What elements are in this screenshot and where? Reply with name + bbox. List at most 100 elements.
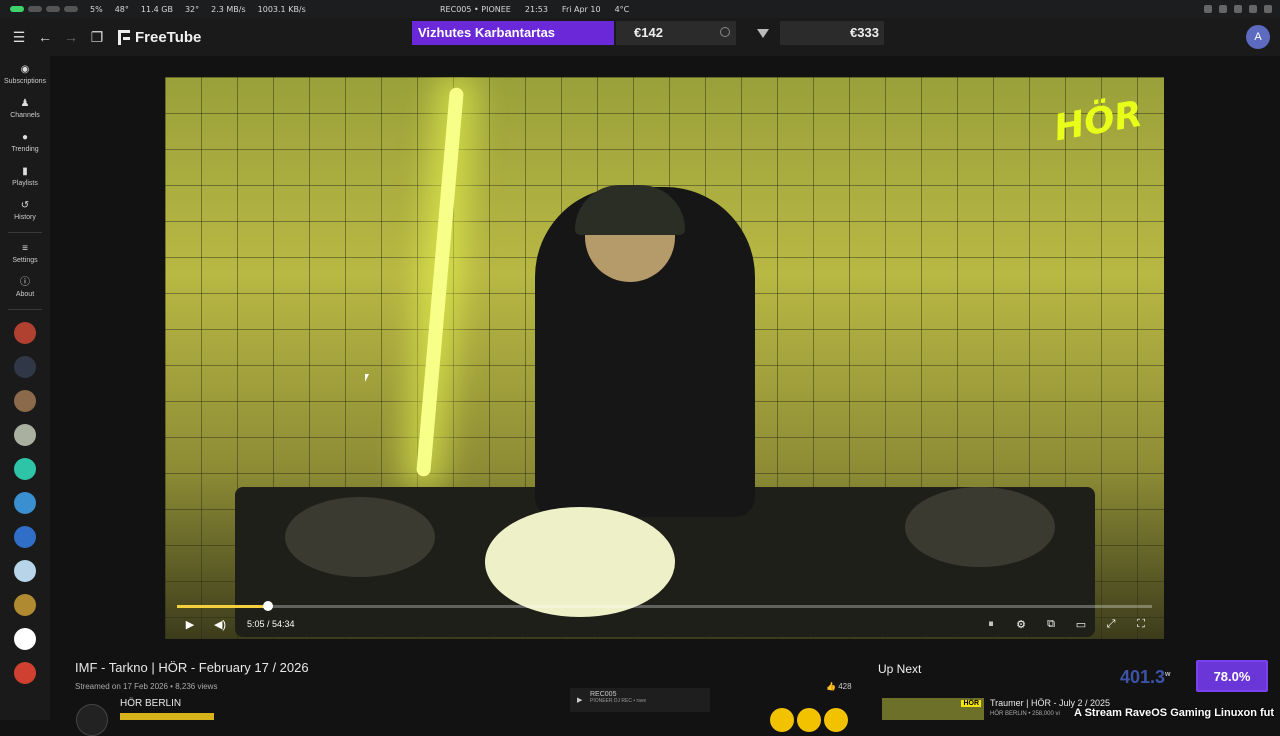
volume-icon[interactable]: ◀) [205,618,235,631]
forward-arrow-icon[interactable]: → [58,24,84,50]
workspace-dot[interactable] [28,6,42,12]
subscription-avatar[interactable] [14,356,36,378]
net-upload: 1003.1 KB/s [257,4,306,14]
sidebar-item-subscriptions[interactable]: ◉ Subscriptions [0,58,50,92]
power-value: 401.3 [1120,667,1166,687]
menu-icon[interactable]: ☰ [6,24,32,50]
subscription-avatar[interactable] [14,560,36,582]
action-button[interactable] [770,708,794,732]
gpu-temp: 32° [184,4,200,14]
power-readout: 401.3w [1120,667,1171,688]
subscribe-button[interactable] [120,713,214,720]
play-icon[interactable]: ▶ [577,696,582,704]
sidebar-item-label: Channels [10,112,40,119]
subscription-avatar[interactable] [14,390,36,412]
subscription-avatars [0,322,50,684]
subscription-avatar[interactable] [14,492,36,514]
thumbs-up-icon: 👍 [826,682,839,691]
tray-icon[interactable] [1204,5,1212,13]
up-next-thumbnail[interactable]: HÖR [882,698,984,720]
workspace-dot[interactable] [64,6,78,12]
channel-name[interactable]: HÖR BERLIN [120,698,181,709]
tray-icon[interactable] [1234,5,1242,13]
percent-badge: 78.0% [1196,660,1268,692]
action-buttons [770,708,848,732]
subscription-avatar[interactable] [14,662,36,684]
subscription-avatar[interactable] [14,526,36,548]
sidebar-item-about[interactable]: ⓘ About [0,271,50,305]
sidebar-item-settings[interactable]: ≡ Settings [0,237,50,271]
bookmark-icon: ▮ [22,166,28,177]
sidebar-item-trending[interactable]: ● Trending [0,126,50,160]
subscription-avatar[interactable] [14,322,36,344]
mouse-cursor [365,374,369,382]
action-button[interactable] [797,708,821,732]
back-arrow-icon[interactable]: ← [32,24,58,50]
up-next-heading: Up Next [878,662,922,676]
net-download: 2.3 MB/s [211,4,246,14]
app-logo[interactable]: FreeTube [118,29,201,46]
profile-avatar[interactable]: A [1246,25,1270,49]
tray-icon[interactable] [1219,5,1227,13]
now-playing-widget[interactable]: ▶ REC005 PIONEER DJ REC • rave [570,688,710,712]
sidebar-item-history[interactable]: ↺ History [0,194,50,228]
tray-icon[interactable] [1249,5,1257,13]
search-icon[interactable] [720,27,730,37]
sidebar-item-label: History [14,214,36,221]
play-icon[interactable]: ▶ [175,618,205,631]
workspace-dot[interactable] [10,6,24,12]
sidebar-item-label: Trending [11,146,39,153]
pause-overlay-icon[interactable]: ⏸ [976,618,1006,631]
now-playing-subtitle: PIONEER DJ REC • rave [590,698,647,704]
now-playing-title: REC005 [590,691,617,698]
cpu-usage: 5% [90,4,103,14]
settings-gear-icon[interactable]: ⚙ [1006,618,1036,631]
rss-icon: ◉ [20,64,30,75]
sidebar: ◉ Subscriptions ♟ Channels ● Trending ▮ … [0,56,50,720]
workspace-dot[interactable] [46,6,60,12]
white-record [485,507,675,617]
subscription-avatar[interactable] [14,458,36,480]
video-meta: Streamed on 17 Feb 2026 • 8,236 views [75,682,218,691]
fullscreen-icon[interactable]: ⛶ [1126,618,1156,631]
clock-date: Fri Apr 10 [561,4,601,14]
cpu-temp: 48° [114,4,129,14]
subscription-avatar[interactable] [14,628,36,650]
action-button[interactable] [824,708,848,732]
app-name: FreeTube [135,28,202,46]
history-icon: ↺ [20,200,30,211]
new-window-icon[interactable]: ❐ [84,24,110,50]
clock-time: 21:53 [524,4,548,14]
filter-icon[interactable] [757,29,769,38]
expand-icon[interactable]: ⤢ [1096,618,1126,631]
weather: 4°C [614,4,630,14]
theater-mode-icon[interactable]: ▭ [1066,618,1096,631]
turntable-right [905,487,1055,567]
video-title: IMF - Tarkno | HÖR - February 17 / 2026 [75,660,309,675]
mini-player-icon[interactable]: ⧉ [1036,618,1066,631]
like-count-value: 428 [838,682,852,691]
ram-usage: 11.4 GB [140,4,173,14]
progress-fill [177,605,268,608]
sidebar-item-channels[interactable]: ♟ Channels [0,92,50,126]
video-player[interactable]: HÖR ▶ ◀) 5:05 / 54:34 ⏸ ⚙ ⧉ ▭ ⤢ ⛶ [165,77,1164,639]
app-header: ☰ ← → ❐ FreeTube Vizhutes Karbantartas €… [0,18,1280,56]
sliders-icon: ≡ [22,243,28,254]
subscription-avatar[interactable] [14,594,36,616]
sidebar-item-label: About [15,291,35,298]
media-title[interactable]: REC005 • PIONEE [440,5,511,14]
progress-bar[interactable] [177,601,1152,611]
workspace-indicators[interactable] [0,6,78,12]
price-overlay-left: €142 [616,21,736,45]
subscription-avatar[interactable] [14,424,36,446]
thumbnail-badge: HÖR [961,700,981,707]
player-controls: ▶ ◀) 5:05 / 54:34 ⏸ ⚙ ⧉ ▭ ⤢ ⛶ [165,609,1164,639]
sidebar-item-label: Settings [12,257,38,264]
sidebar-item-label: Subscriptions [3,78,47,85]
fire-icon: ● [21,132,29,143]
channel-avatar[interactable] [76,704,108,736]
sidebar-item-playlists[interactable]: ▮ Playlists [0,160,50,194]
like-count[interactable]: 👍 428 [826,682,852,691]
tray-icon[interactable] [1264,5,1272,13]
sidebar-divider [8,232,42,233]
